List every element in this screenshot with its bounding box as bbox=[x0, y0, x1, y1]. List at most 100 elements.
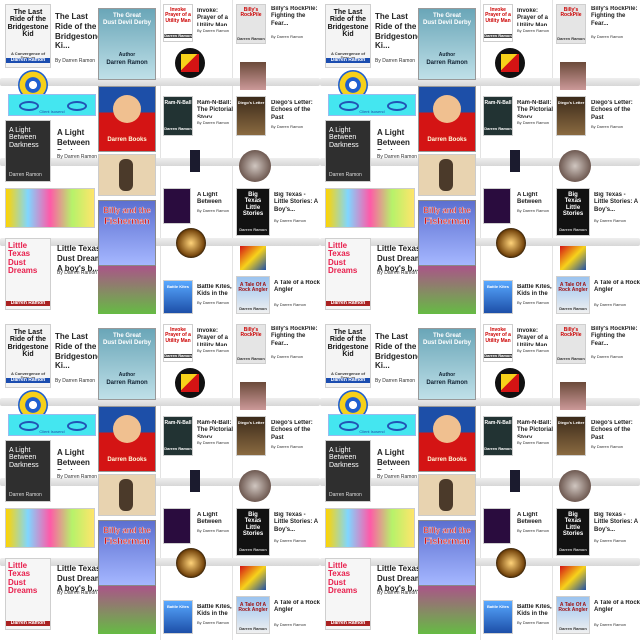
book-card-a-light-small[interactable]: A Light Between Darkness By Darren Ramon bbox=[483, 188, 553, 228]
book-cover-rock-angler[interactable]: A Tale Of A Rock Angler Darren Ramon bbox=[556, 596, 590, 634]
book-title[interactable]: Invoke: Prayer of a Utility Man bbox=[197, 8, 233, 26]
book-cover-rock-angler[interactable]: A Tale Of A Rock Angler Darren Ramon bbox=[236, 276, 270, 314]
book-cover-darren-books[interactable]: Darren Books bbox=[418, 406, 476, 472]
book-cover-ram-n-ball[interactable]: Ram-N-Ball Darren Ramon bbox=[163, 416, 193, 456]
book-card-a-light-small[interactable]: A Light Between Darkness By Darren Ramon bbox=[163, 188, 233, 228]
book-card-rockpile[interactable]: Billy's RockPile Darren Ramon Billy's Ro… bbox=[556, 4, 640, 50]
book-cover-rockpile[interactable]: Billy's RockPile Darren Ramon bbox=[556, 324, 586, 364]
book-title[interactable]: Battle Kites, Kids in the Sky bbox=[197, 604, 233, 618]
book-title[interactable]: A Light Between Darkness bbox=[517, 512, 553, 526]
book-cover-darren-books[interactable]: Darren Books bbox=[98, 406, 156, 472]
book-title[interactable]: Battle Kites, Kids in the Sky bbox=[517, 284, 553, 298]
book-cover-rock-angler[interactable]: A Tale Of A Rock Angler Darren Ramon bbox=[556, 276, 590, 314]
book-card-battle-kites[interactable]: Battle Kites Battle Kites, Kids in the S… bbox=[483, 280, 553, 316]
book-title[interactable]: A Light Between Darkness bbox=[197, 512, 233, 526]
book-cover-battle-kites[interactable]: Battle Kites bbox=[483, 280, 513, 314]
book-title[interactable]: Ram-N-Ball: The Pictorial Story ... bbox=[197, 420, 233, 438]
book-cover-last-ride[interactable]: The Last Ride of the Bridgestone Kid A C… bbox=[5, 4, 51, 68]
book-cover-big-texas[interactable]: Big Texas Little Stories Darren Ramon bbox=[556, 188, 590, 236]
book-title[interactable]: Big Texas - Little Stories: A Boy's... bbox=[594, 512, 640, 534]
book-card-big-texas[interactable]: Big Texas Little Stories Darren Ramon Bi… bbox=[236, 508, 320, 568]
book-cover-battle-kites[interactable]: Battle Kites bbox=[483, 600, 513, 634]
book-title[interactable]: Battle Kites, Kids in the Sky bbox=[197, 284, 233, 298]
book-card-rock-angler[interactable]: A Tale Of A Rock Angler Darren Ramon A T… bbox=[556, 596, 640, 636]
book-cover-billy-fisherman[interactable]: Billy and the Fisherman bbox=[418, 200, 476, 266]
book-title[interactable]: A Tale of a Rock Angler bbox=[274, 280, 320, 300]
book-title[interactable]: Invoke: Prayer of a Utility Man bbox=[517, 328, 553, 346]
book-cover-invoke[interactable]: Invoke Prayer of a Utility Man Darren Ra… bbox=[483, 4, 513, 42]
book-title[interactable]: Ram-N-Ball: The Pictorial Story ... bbox=[197, 100, 233, 118]
book-cover-rockpile[interactable]: Billy's RockPile Darren Ramon bbox=[556, 4, 586, 44]
book-cover-rock-angler[interactable]: A Tale Of A Rock Angler Darren Ramon bbox=[236, 596, 270, 634]
book-cover-a-light[interactable]: A Light Between Darkness Darren Ramon bbox=[5, 120, 51, 182]
book-cover-diegos-letter[interactable]: Diego's Letter bbox=[556, 416, 586, 456]
book-cover-a-light[interactable]: A Light Between Darkness Darren Ramon bbox=[325, 440, 371, 502]
book-title[interactable]: Big Texas - Little Stories: A Boy's... bbox=[274, 192, 320, 214]
book-title[interactable]: Invoke: Prayer of a Utility Man bbox=[197, 328, 233, 346]
book-cover-darren-books[interactable]: Darren Books bbox=[418, 86, 476, 152]
book-card-rockpile[interactable]: Billy's RockPile Darren Ramon Billy's Ro… bbox=[236, 324, 320, 370]
book-cover-little-texas[interactable]: Little Texas Dust Dreams Darren Ramon bbox=[5, 558, 51, 630]
book-cover-big-texas[interactable]: Big Texas Little Stories Darren Ramon bbox=[236, 508, 270, 556]
book-card-diegos-letter[interactable]: Diego's Letter Diego's Letter: Echoes of… bbox=[236, 416, 320, 462]
book-title[interactable]: A Light Between Darkness bbox=[517, 192, 553, 206]
book-card-rock-angler[interactable]: A Tale Of A Rock Angler Darren Ramon A T… bbox=[236, 596, 320, 636]
book-cover-battle-kites[interactable]: Battle Kites bbox=[163, 600, 193, 634]
book-cover-big-texas[interactable]: Big Texas Little Stories Darren Ramon bbox=[556, 508, 590, 556]
book-card-big-texas[interactable]: Big Texas Little Stories Darren Ramon Bi… bbox=[556, 508, 640, 568]
book-cover-rockpile[interactable]: Billy's RockPile Darren Ramon bbox=[236, 4, 266, 44]
book-cover-ram-n-ball[interactable]: Ram-N-Ball Darren Ramon bbox=[163, 96, 193, 136]
book-card-big-texas[interactable]: Big Texas Little Stories Darren Ramon Bi… bbox=[236, 188, 320, 248]
book-cover-invoke[interactable]: Invoke Prayer of a Utility Man Darren Ra… bbox=[163, 4, 193, 42]
book-card-diegos-letter[interactable]: Diego's Letter Diego's Letter: Echoes of… bbox=[556, 416, 640, 462]
book-title[interactable]: A Light Between Darkness bbox=[197, 192, 233, 206]
book-cover-diegos-letter[interactable]: Diego's Letter bbox=[236, 96, 266, 136]
book-card-rock-angler[interactable]: A Tale Of A Rock Angler Darren Ramon A T… bbox=[556, 276, 640, 316]
book-cover-little-texas[interactable]: Little Texas Dust Dreams Darren Ramon bbox=[325, 238, 371, 310]
book-cover-ram-n-ball[interactable]: Ram-N-Ball Darren Ramon bbox=[483, 416, 513, 456]
book-cover-a-light[interactable]: A Light Between Darkness Darren Ramon bbox=[5, 440, 51, 502]
book-cover-diegos-letter[interactable]: Diego's Letter bbox=[556, 96, 586, 136]
book-title[interactable]: Diego's Letter: Echoes of the Past bbox=[271, 100, 319, 122]
book-cover-battle-kites[interactable]: Battle Kites bbox=[163, 280, 193, 314]
book-card-rockpile[interactable]: Billy's RockPile Darren Ramon Billy's Ro… bbox=[556, 324, 640, 370]
book-cover-billy-fisherman[interactable]: Billy and the Fisherman bbox=[98, 520, 156, 586]
book-card-rock-angler[interactable]: A Tale Of A Rock Angler Darren Ramon A T… bbox=[236, 276, 320, 316]
book-title[interactable]: A Tale of a Rock Angler bbox=[274, 600, 320, 620]
book-cover-dust-derby[interactable]: The Great Dust Devil Derby Author Darren… bbox=[98, 8, 156, 80]
book-cover-big-texas[interactable]: Big Texas Little Stories Darren Ramon bbox=[236, 188, 270, 236]
book-cover-dust-derby[interactable]: The Great Dust Devil Derby Author Darren… bbox=[98, 328, 156, 400]
book-cover-last-ride[interactable]: The Last Ride of the Bridgestone Kid A C… bbox=[5, 324, 51, 388]
book-cover-dust-derby[interactable]: The Great Dust Devil Derby Author Darren… bbox=[418, 8, 476, 80]
book-card-rockpile[interactable]: Billy's RockPile Darren Ramon Billy's Ro… bbox=[236, 4, 320, 50]
book-card-a-light-small[interactable]: A Light Between Darkness By Darren Ramon bbox=[483, 508, 553, 548]
book-title[interactable]: Invoke: Prayer of a Utility Man bbox=[517, 8, 553, 26]
book-title[interactable]: Ram-N-Ball: The Pictorial Story ... bbox=[517, 420, 553, 438]
book-cover-ram-n-ball[interactable]: Ram-N-Ball Darren Ramon bbox=[483, 96, 513, 136]
book-cover-billy-fisherman[interactable]: Billy and the Fisherman bbox=[418, 520, 476, 586]
book-title[interactable]: Billy's RockPile: Fighting the Fear... bbox=[271, 6, 319, 30]
book-card-ram-n-ball[interactable]: Ram-N-Ball Darren Ramon Ram-N-Ball: The … bbox=[163, 96, 233, 140]
book-title[interactable]: Diego's Letter: Echoes of the Past bbox=[591, 100, 639, 122]
book-title[interactable]: Big Texas - Little Stories: A Boy's... bbox=[594, 192, 640, 214]
book-cover-dust-derby[interactable]: The Great Dust Devil Derby Author Darren… bbox=[418, 328, 476, 400]
book-cover-a-light-small[interactable] bbox=[483, 508, 511, 544]
book-title[interactable]: Billy's RockPile: Fighting the Fear... bbox=[591, 6, 639, 30]
book-card-ram-n-ball[interactable]: Ram-N-Ball Darren Ramon Ram-N-Ball: The … bbox=[483, 96, 553, 140]
book-cover-a-light-small[interactable] bbox=[163, 508, 191, 544]
book-title[interactable]: Billy's RockPile: Fighting the Fear... bbox=[271, 326, 319, 350]
book-title[interactable]: Diego's Letter: Echoes of the Past bbox=[271, 420, 319, 442]
book-cover-a-light-small[interactable] bbox=[163, 188, 191, 224]
book-card-battle-kites[interactable]: Battle Kites Battle Kites, Kids in the S… bbox=[163, 280, 233, 316]
book-cover-a-light[interactable]: A Light Between Darkness Darren Ramon bbox=[325, 120, 371, 182]
book-card-diegos-letter[interactable]: Diego's Letter Diego's Letter: Echoes of… bbox=[236, 96, 320, 142]
book-card-ram-n-ball[interactable]: Ram-N-Ball Darren Ramon Ram-N-Ball: The … bbox=[483, 416, 553, 460]
book-cover-little-texas[interactable]: Little Texas Dust Dreams Darren Ramon bbox=[5, 238, 51, 310]
book-cover-invoke[interactable]: Invoke Prayer of a Utility Man Darren Ra… bbox=[163, 324, 193, 362]
book-title[interactable]: Big Texas - Little Stories: A Boy's... bbox=[274, 512, 320, 534]
book-cover-diegos-letter[interactable]: Diego's Letter bbox=[236, 416, 266, 456]
book-cover-rockpile[interactable]: Billy's RockPile Darren Ramon bbox=[236, 324, 266, 364]
book-title[interactable]: A Tale of a Rock Angler bbox=[594, 600, 640, 620]
book-title[interactable]: Battle Kites, Kids in the Sky bbox=[517, 604, 553, 618]
book-title[interactable]: Ram-N-Ball: The Pictorial Story ... bbox=[517, 100, 553, 118]
